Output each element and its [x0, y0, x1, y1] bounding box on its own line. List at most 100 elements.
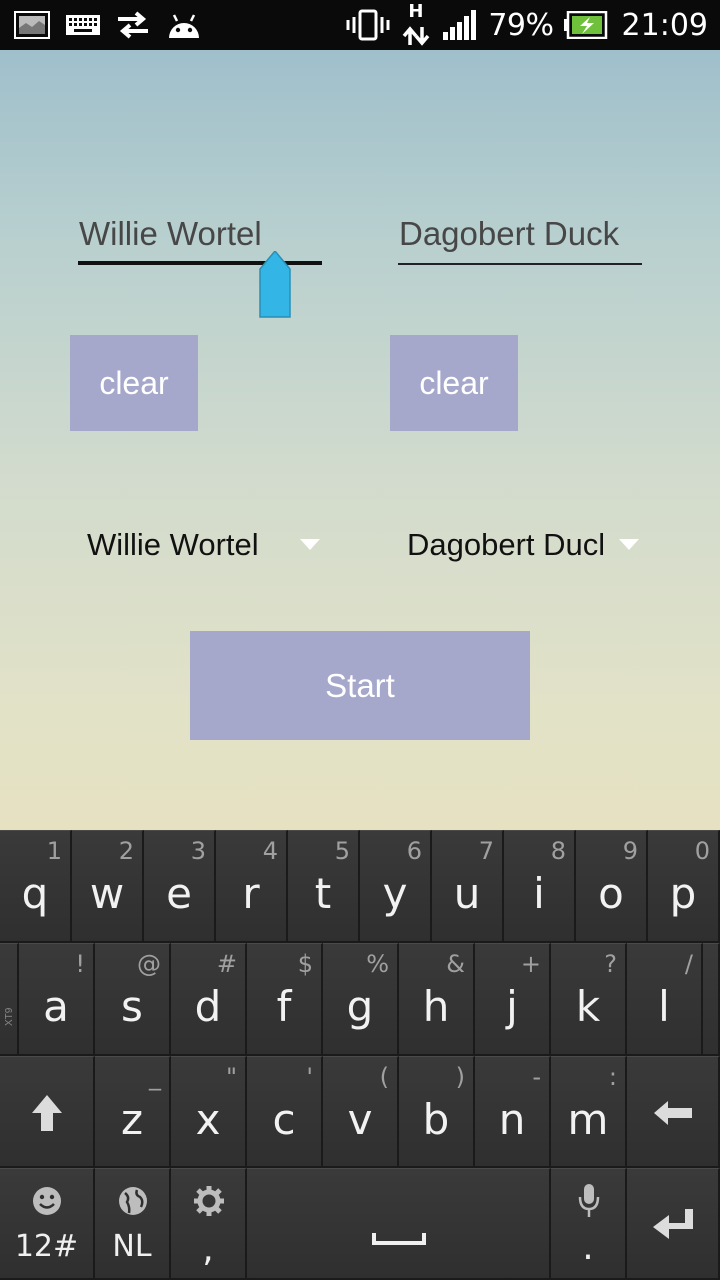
- key-hint: +: [520, 950, 541, 978]
- key-label: d: [194, 982, 222, 1031]
- key-h[interactable]: & h: [399, 943, 475, 1056]
- key-hint: 6: [406, 837, 422, 865]
- key-o[interactable]: 9o: [576, 830, 648, 943]
- key-d[interactable]: # d: [171, 943, 247, 1056]
- dropdown-arrow-icon: [619, 539, 639, 550]
- status-bar: H 79% 21:09: [0, 0, 720, 50]
- keyboard-edge-spacer: [0, 943, 19, 1056]
- backspace-icon: [654, 1101, 692, 1125]
- key-hint: 0: [694, 837, 710, 865]
- keyboard-icon: [66, 15, 100, 35]
- key-j[interactable]: + j: [475, 943, 551, 1056]
- key-y[interactable]: 6y: [360, 830, 432, 943]
- enter-icon: [653, 1209, 693, 1239]
- key-hint: -: [532, 1063, 541, 1091]
- key-hint: /: [684, 950, 693, 978]
- key-label: x: [195, 1095, 221, 1144]
- key-r[interactable]: 4r: [216, 830, 288, 943]
- backspace-key[interactable]: [627, 1056, 720, 1168]
- key-label: u: [453, 869, 481, 918]
- key-l[interactable]: / l: [627, 943, 703, 1056]
- key-label: i: [533, 869, 545, 918]
- player2-name-text[interactable]: Dagobert Duck: [399, 215, 619, 253]
- shift-arrow-icon: [32, 1095, 62, 1131]
- data-sync-icon: [118, 11, 148, 39]
- player1-name-text[interactable]: Willie Wortel: [79, 215, 262, 253]
- settings-gear-icon: [194, 1186, 224, 1216]
- key-b[interactable]: ) b: [399, 1056, 475, 1168]
- key-label: p: [669, 869, 697, 918]
- key-label: f: [276, 982, 292, 1031]
- symbols-key[interactable]: 12#: [0, 1168, 95, 1280]
- key-hint: %: [366, 950, 389, 978]
- key-i[interactable]: 8i: [504, 830, 576, 943]
- key-label: b: [422, 1095, 450, 1144]
- player1-spinner[interactable]: Willie Wortel: [87, 515, 327, 575]
- text-cursor-handle[interactable]: [259, 251, 291, 319]
- dropdown-arrow-icon: [300, 539, 320, 550]
- key-w[interactable]: 2w: [72, 830, 144, 943]
- player2-spinner-value: Dagobert Duck: [407, 527, 603, 562]
- key-hint: ?: [604, 950, 617, 978]
- key-label: h: [422, 982, 450, 1031]
- key-label: c: [272, 1095, 296, 1144]
- period-key[interactable]: .: [551, 1168, 627, 1280]
- key-label: e: [166, 869, 192, 918]
- space-bar-icon: [372, 1233, 426, 1245]
- key-hint: 5: [334, 837, 350, 865]
- key-p[interactable]: 0p: [648, 830, 720, 943]
- clear-player1-button[interactable]: clear: [70, 335, 198, 431]
- microphone-icon: [578, 1184, 600, 1217]
- key-q[interactable]: 1q: [0, 830, 72, 943]
- key-f[interactable]: $ f: [247, 943, 323, 1056]
- key-label: g: [346, 982, 374, 1031]
- key-k[interactable]: ? k: [551, 943, 627, 1056]
- language-key[interactable]: NL: [95, 1168, 171, 1280]
- emoji-icon: [33, 1187, 61, 1215]
- player2-field-underline: [398, 263, 642, 265]
- start-button[interactable]: Start: [190, 631, 530, 740]
- key-hint: :: [608, 1063, 617, 1091]
- key-label: k: [575, 982, 601, 1031]
- comma-key[interactable]: ,: [171, 1168, 247, 1280]
- enter-key[interactable]: [627, 1168, 720, 1280]
- key-hint: ": [225, 1063, 237, 1091]
- key-hint: 1: [46, 837, 62, 865]
- key-a[interactable]: ! a: [19, 943, 95, 1056]
- key-x[interactable]: " x: [171, 1056, 247, 1168]
- key-m[interactable]: :m: [551, 1056, 627, 1168]
- key-label: l: [658, 982, 670, 1031]
- space-key[interactable]: [247, 1168, 551, 1280]
- clear-player2-button[interactable]: clear: [390, 335, 518, 431]
- key-e[interactable]: 3e: [144, 830, 216, 943]
- player2-spinner[interactable]: Dagobert Duck: [407, 515, 647, 575]
- key-z[interactable]: _ z: [95, 1056, 171, 1168]
- keyboard-edge-spacer: [703, 943, 720, 1056]
- key-hint: 8: [550, 837, 566, 865]
- key-s[interactable]: @ s: [95, 943, 171, 1056]
- key-label: v: [347, 1095, 373, 1144]
- key-hint: #: [216, 950, 237, 978]
- player1-spinner-value: Willie Wortel: [87, 527, 259, 562]
- key-hint: 7: [478, 837, 494, 865]
- symbols-key-label: 12#: [14, 1229, 79, 1264]
- key-label: w: [89, 869, 125, 918]
- comma-key-label: ,: [202, 1229, 214, 1270]
- shift-key[interactable]: [0, 1056, 95, 1168]
- key-label: z: [120, 1095, 144, 1144]
- network-h-icon: H: [400, 1, 432, 49]
- key-t[interactable]: 5t: [288, 830, 360, 943]
- key-label: o: [598, 869, 624, 918]
- xt9-indicator: XT9: [4, 1007, 15, 1026]
- key-v[interactable]: (v: [323, 1056, 399, 1168]
- key-u[interactable]: 7u: [432, 830, 504, 943]
- player2-name-field[interactable]: Dagobert Duck: [398, 205, 642, 265]
- key-c[interactable]: ' c: [247, 1056, 323, 1168]
- key-label: y: [382, 869, 408, 918]
- key-n[interactable]: -n: [475, 1056, 551, 1168]
- soft-keyboard: 1q2w3e4r5t6y7u8i9o0p ! a @ s # d $ f% g & h + j? k / l …: [0, 830, 720, 1280]
- key-g[interactable]: % g: [323, 943, 399, 1056]
- key-label: t: [314, 869, 332, 918]
- key-label: s: [121, 982, 143, 1031]
- key-hint: ): [455, 1063, 465, 1091]
